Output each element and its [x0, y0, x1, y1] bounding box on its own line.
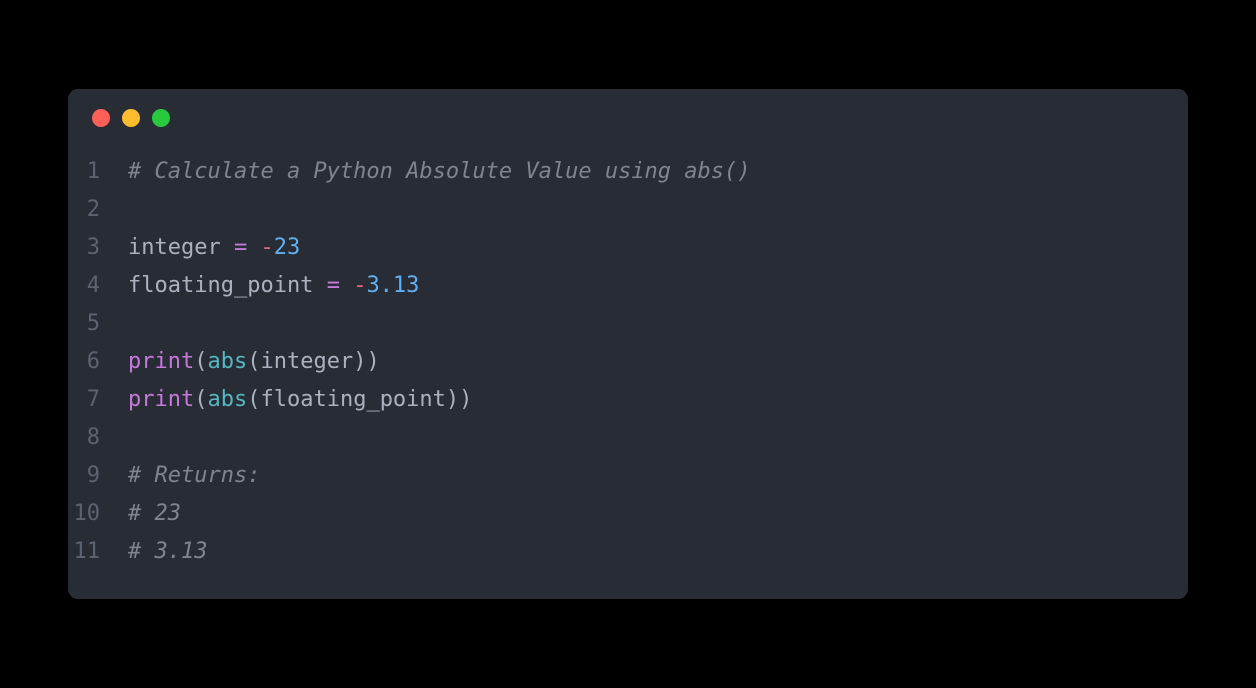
close-icon[interactable]	[92, 109, 110, 127]
line-number: 7	[68, 381, 128, 419]
code-line: 6print(abs(integer))	[68, 343, 1188, 381]
minimize-icon[interactable]	[122, 109, 140, 127]
line-number: 1	[68, 153, 128, 191]
code-line: 3integer = -23	[68, 229, 1188, 267]
code-content: print(abs(integer))	[128, 343, 380, 381]
code-token: ))	[446, 387, 473, 412]
code-area[interactable]: 1# Calculate a Python Absolute Value usi…	[68, 141, 1188, 599]
line-number: 3	[68, 229, 128, 267]
line-number: 11	[68, 533, 128, 571]
code-token: # Calculate a Python Absolute Value usin…	[128, 159, 751, 184]
code-line: 11# 3.13	[68, 533, 1188, 571]
code-content: # 23	[128, 495, 181, 533]
code-token: (	[194, 387, 207, 412]
code-token: print	[128, 349, 194, 374]
code-token: # 23	[128, 501, 181, 526]
line-number: 4	[68, 267, 128, 305]
code-token: abs	[207, 387, 247, 412]
code-token: =	[234, 235, 247, 260]
line-number: 9	[68, 457, 128, 495]
code-token: 23	[274, 235, 301, 260]
code-token: (	[247, 387, 260, 412]
code-line: 10# 23	[68, 495, 1188, 533]
code-token: floating_point	[128, 273, 327, 298]
code-token: # 3.13	[128, 539, 207, 564]
line-number: 6	[68, 343, 128, 381]
code-token: print	[128, 387, 194, 412]
code-line: 9# Returns:	[68, 457, 1188, 495]
code-content: # Calculate a Python Absolute Value usin…	[128, 153, 751, 191]
code-token: =	[327, 273, 340, 298]
code-line: 1# Calculate a Python Absolute Value usi…	[68, 153, 1188, 191]
code-token: (	[194, 349, 207, 374]
code-token: # Returns:	[128, 463, 260, 488]
code-line: 5	[68, 305, 1188, 343]
code-token	[247, 235, 260, 260]
editor-window: 1# Calculate a Python Absolute Value usi…	[68, 89, 1188, 599]
code-token: abs	[207, 349, 247, 374]
code-content: integer = -23	[128, 229, 300, 267]
code-content: # 3.13	[128, 533, 207, 571]
code-token: ))	[353, 349, 380, 374]
code-token: 3.13	[366, 273, 419, 298]
code-content: print(abs(floating_point))	[128, 381, 472, 419]
code-token: (	[247, 349, 260, 374]
code-token	[340, 273, 353, 298]
line-number: 8	[68, 419, 128, 457]
code-content: # Returns:	[128, 457, 260, 495]
code-line: 2	[68, 191, 1188, 229]
code-line: 4floating_point = -3.13	[68, 267, 1188, 305]
line-number: 2	[68, 191, 128, 229]
code-token: -	[353, 273, 366, 298]
code-token: integer	[128, 235, 234, 260]
code-token: -	[260, 235, 273, 260]
code-content: floating_point = -3.13	[128, 267, 419, 305]
code-token: integer	[260, 349, 353, 374]
window-titlebar	[68, 89, 1188, 141]
code-token: floating_point	[260, 387, 445, 412]
maximize-icon[interactable]	[152, 109, 170, 127]
line-number: 10	[68, 495, 128, 533]
line-number: 5	[68, 305, 128, 343]
code-line: 8	[68, 419, 1188, 457]
code-line: 7print(abs(floating_point))	[68, 381, 1188, 419]
